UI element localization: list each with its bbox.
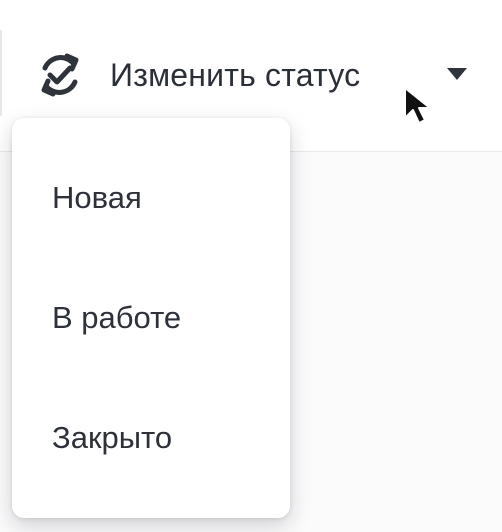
status-option-label: В работе [52, 300, 182, 335]
status-dropdown-menu: Новая В работе Закрыто [12, 118, 290, 518]
status-option-new[interactable]: Новая [12, 138, 290, 258]
status-option-in-progress[interactable]: В работе [12, 258, 290, 378]
status-option-label: Новая [52, 180, 142, 215]
toolbar-divider [0, 30, 2, 116]
status-option-closed[interactable]: Закрыто [12, 378, 290, 498]
refresh-check-icon [41, 53, 79, 97]
caret-down-icon[interactable] [446, 67, 468, 81]
mouse-pointer-icon [404, 87, 431, 124]
change-status-label: Изменить статус [110, 56, 361, 93]
status-option-label: Закрыто [52, 420, 173, 455]
